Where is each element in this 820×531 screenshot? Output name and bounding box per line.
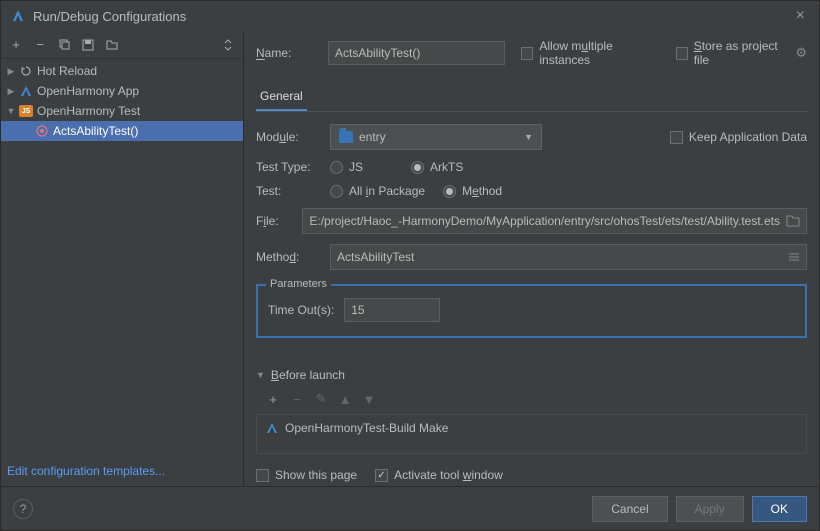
move-down-icon[interactable]: ▼ xyxy=(360,390,378,408)
test-type-js-radio[interactable]: JS xyxy=(330,160,363,174)
edit-task-icon[interactable]: ✎ xyxy=(312,390,330,408)
tree-label: OpenHarmony App xyxy=(35,84,139,98)
ok-button[interactable]: OK xyxy=(752,496,807,522)
build-make-icon xyxy=(265,421,279,435)
activate-tool-window-label: Activate tool window xyxy=(394,468,503,482)
tree-label: OpenHarmony Test xyxy=(35,104,140,118)
show-this-page-checkbox[interactable]: Show this page xyxy=(256,468,357,482)
activate-tool-window-checkbox[interactable]: ✓ Activate tool window xyxy=(375,468,503,482)
module-select[interactable]: entry ▼ xyxy=(330,124,542,150)
save-config-icon[interactable] xyxy=(79,36,97,54)
timeout-label: Time Out(s): xyxy=(268,303,334,317)
test-all-radio[interactable]: All in Package xyxy=(330,184,425,198)
run-debug-config-window: Run/Debug Configurations × + − xyxy=(0,0,820,531)
dialog-footer: ? Cancel Apply OK xyxy=(1,486,819,530)
remove-task-icon[interactable]: − xyxy=(288,390,306,408)
chevron-down-icon: ▼ xyxy=(524,132,533,142)
method-label: Method: xyxy=(256,250,322,264)
chevron-down-icon: ▼ xyxy=(5,106,17,116)
add-task-icon[interactable]: + xyxy=(264,390,282,408)
gear-icon[interactable]: ⚙ xyxy=(795,45,807,61)
before-launch-list: OpenHarmonyTest-Build Make xyxy=(256,414,807,454)
timeout-input[interactable] xyxy=(344,298,440,322)
config-form: Name: Allow multiple instances Store as … xyxy=(244,31,819,486)
tree-item-openharmony-app[interactable]: ▶ OpenHarmony App xyxy=(1,81,243,101)
store-as-project-checkbox[interactable]: Store as project file xyxy=(676,39,788,67)
tree-item-openharmony-test[interactable]: ▼ JS OpenHarmony Test xyxy=(1,101,243,121)
method-value: ActsAbilityTest xyxy=(337,250,788,264)
method-input[interactable]: ActsAbilityTest xyxy=(330,244,807,270)
reload-icon xyxy=(19,64,33,78)
list-icon[interactable] xyxy=(788,251,800,263)
sidebar-toolbar: + − xyxy=(1,31,243,59)
folder-config-icon[interactable] xyxy=(103,36,121,54)
app-logo-icon xyxy=(11,9,25,23)
apply-button[interactable]: Apply xyxy=(676,496,744,522)
folder-icon xyxy=(339,131,353,143)
before-launch-toolbar: + − ✎ ▲ ▼ xyxy=(256,388,807,414)
keep-app-data-label: Keep Application Data xyxy=(689,130,807,144)
chevron-down-icon: ▼ xyxy=(256,370,265,380)
file-path-value: E:/project/Haoc_-HarmonyDemo/MyApplicati… xyxy=(309,214,780,228)
edit-templates-link[interactable]: Edit configuration templates... xyxy=(7,464,165,478)
name-input[interactable] xyxy=(328,41,505,65)
module-value: entry xyxy=(359,130,386,144)
radio-label: All in Package xyxy=(349,184,425,198)
expand-all-icon[interactable] xyxy=(219,36,237,54)
allow-multiple-checkbox[interactable]: Allow multiple instances xyxy=(521,39,655,67)
app-a-icon xyxy=(19,84,33,98)
tabs: General xyxy=(256,85,807,112)
tree-item-hot-reload[interactable]: ▶ Hot Reload xyxy=(1,61,243,81)
help-icon[interactable]: ? xyxy=(13,499,33,519)
test-type-label: Test Type: xyxy=(256,160,322,174)
radio-label: ArkTS xyxy=(430,160,463,174)
test-run-icon xyxy=(35,124,49,138)
add-config-icon[interactable]: + xyxy=(7,36,25,54)
close-icon[interactable]: × xyxy=(792,7,809,25)
file-label: File: xyxy=(256,214,294,228)
radio-label: Method xyxy=(462,184,502,198)
tab-general[interactable]: General xyxy=(256,85,307,111)
radio-label: JS xyxy=(349,160,363,174)
allow-multiple-label: Allow multiple instances xyxy=(539,39,655,67)
js-test-icon: JS xyxy=(19,105,33,117)
module-label: Module: xyxy=(256,130,322,144)
chevron-right-icon: ▶ xyxy=(5,66,17,77)
before-launch-label: Before launch xyxy=(271,368,345,382)
before-launch-item-label: OpenHarmonyTest-Build Make xyxy=(285,421,448,435)
window-title: Run/Debug Configurations xyxy=(33,9,186,24)
name-label: Name: xyxy=(256,46,320,60)
cancel-button[interactable]: Cancel xyxy=(592,496,667,522)
titlebar: Run/Debug Configurations × xyxy=(1,1,819,31)
tree-label: Hot Reload xyxy=(35,64,97,78)
move-up-icon[interactable]: ▲ xyxy=(336,390,354,408)
tree-item-actsabilitytest[interactable]: ActsAbilityTest() xyxy=(1,121,243,141)
keep-app-data-checkbox[interactable]: Keep Application Data xyxy=(670,130,807,144)
before-launch-item[interactable]: OpenHarmonyTest-Build Make xyxy=(265,421,798,435)
file-input[interactable]: E:/project/Haoc_-HarmonyDemo/MyApplicati… xyxy=(302,208,807,234)
remove-config-icon[interactable]: − xyxy=(31,36,49,54)
tree-label: ActsAbilityTest() xyxy=(51,124,138,138)
test-method-radio[interactable]: Method xyxy=(443,184,502,198)
config-tree: ▶ Hot Reload ▶ OpenHarmony App ▼ JS xyxy=(1,59,243,456)
parameters-group: Parameters Time Out(s): xyxy=(256,284,807,338)
test-type-arkts-radio[interactable]: ArkTS xyxy=(411,160,463,174)
browse-folder-icon[interactable] xyxy=(786,215,800,227)
before-launch-header[interactable]: ▼ Before launch xyxy=(256,368,807,382)
test-label: Test: xyxy=(256,184,322,198)
parameters-legend: Parameters xyxy=(266,278,331,290)
show-this-page-label: Show this page xyxy=(275,468,357,482)
chevron-right-icon: ▶ xyxy=(5,86,17,97)
sidebar: + − ▶ xyxy=(1,31,244,486)
store-as-project-label: Store as project file xyxy=(694,39,788,67)
copy-config-icon[interactable] xyxy=(55,36,73,54)
